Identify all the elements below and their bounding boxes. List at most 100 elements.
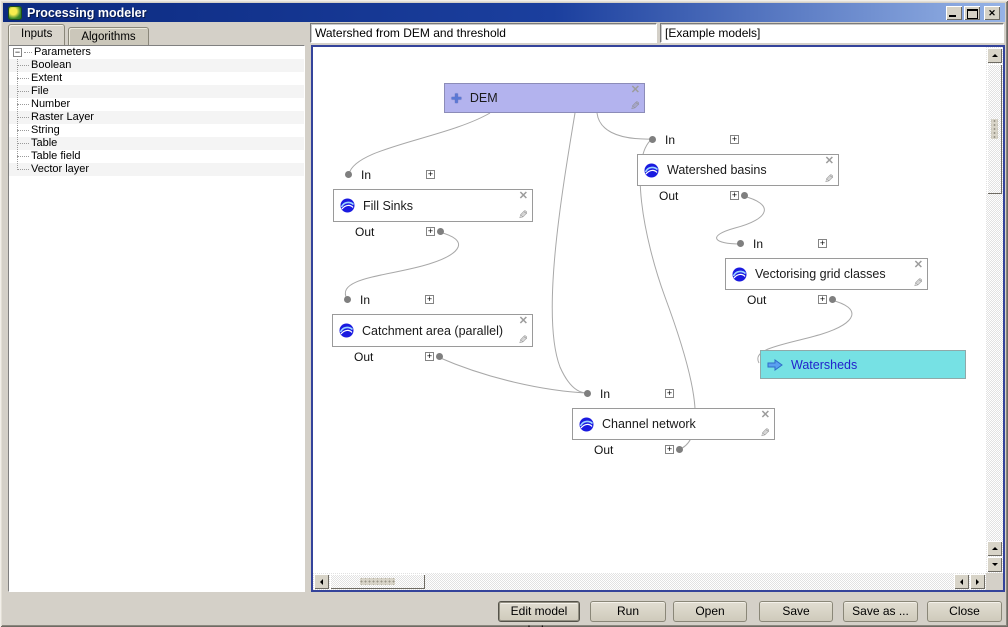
save-as-button[interactable]: Save as ... <box>843 601 918 622</box>
expand-out-icon[interactable]: + <box>425 352 434 361</box>
expand-in-icon[interactable]: + <box>730 135 739 144</box>
out-connector-dot[interactable] <box>437 228 444 235</box>
out-label: Out <box>355 225 374 239</box>
model-name-input[interactable]: Watershed from DEM and threshold <box>310 23 657 43</box>
tree-item-label: File <box>31 85 49 98</box>
tab-inputs[interactable]: Inputs <box>8 24 65 45</box>
horizontal-scrollbar[interactable] <box>313 573 986 590</box>
scroll-down-button[interactable] <box>987 557 1002 572</box>
saga-icon <box>340 198 355 213</box>
in-connector-dot[interactable] <box>584 390 591 397</box>
arrow-up-icon <box>992 544 998 550</box>
scrollbar-corner <box>986 573 1003 590</box>
minimize-button[interactable] <box>946 6 962 20</box>
in-port-channel-network: In+ <box>572 386 702 401</box>
vertical-scrollbar[interactable] <box>986 47 1003 573</box>
out-label: Out <box>354 350 373 364</box>
tree-item-label: Table <box>31 137 57 150</box>
arrow-left-icon <box>317 579 323 585</box>
arrow-icon <box>767 359 783 371</box>
edit-node-icon[interactable]: ✎ <box>518 334 528 346</box>
node-catchment-area[interactable]: Catchment area (parallel)✕✎ <box>332 314 533 347</box>
out-connector-dot[interactable] <box>741 192 748 199</box>
maximize-button[interactable] <box>964 6 980 20</box>
expand-in-icon[interactable]: + <box>425 295 434 304</box>
expand-out-icon[interactable]: + <box>818 295 827 304</box>
tree-item-vector-layer[interactable]: Vector layer <box>9 163 304 176</box>
model-connections <box>313 47 986 573</box>
in-connector-dot[interactable] <box>344 296 351 303</box>
arrow-down-icon <box>992 563 998 569</box>
edit-node-icon[interactable]: ✎ <box>824 173 834 185</box>
save-button[interactable]: Save <box>759 601 833 622</box>
out-connector-dot[interactable] <box>436 353 443 360</box>
arrow-up-icon <box>992 51 998 57</box>
vertical-scroll-thumb[interactable] <box>987 64 1002 194</box>
out-label: Out <box>594 443 613 457</box>
horizontal-scroll-thumb[interactable] <box>330 574 425 589</box>
tree-item-string[interactable]: String <box>9 124 304 137</box>
expand-in-icon[interactable]: + <box>665 389 674 398</box>
tree-item-raster-layer[interactable]: Raster Layer <box>9 111 304 124</box>
node-vectorising-grid-classes[interactable]: Vectorising grid classes ✕ ✎ <box>725 258 928 290</box>
scroll-left-button-2[interactable] <box>954 574 969 589</box>
tree-item-number[interactable]: Number <box>9 98 304 111</box>
open-button[interactable]: Open <box>673 601 747 622</box>
titlebar[interactable]: Processing modeler ✕ <box>3 3 1005 22</box>
delete-node-icon[interactable]: ✕ <box>519 191 528 202</box>
node-label: Vectorising grid classes <box>755 267 886 281</box>
tree-item-table[interactable]: Table <box>9 137 304 150</box>
expand-out-icon[interactable]: + <box>665 445 674 454</box>
tree-item-table-field[interactable]: Table field <box>9 150 304 163</box>
saga-icon <box>732 267 747 282</box>
scroll-up-button[interactable] <box>987 48 1002 63</box>
delete-node-icon[interactable]: ✕ <box>631 85 640 96</box>
expand-in-icon[interactable]: + <box>426 170 435 179</box>
edit-node-icon[interactable]: ✎ <box>760 427 770 439</box>
node-channel-network[interactable]: Channel network✕✎ <box>572 408 775 440</box>
out-connector-dot[interactable] <box>676 446 683 453</box>
expand-in-icon[interactable]: + <box>818 239 827 248</box>
run-button[interactable]: Run <box>590 601 666 622</box>
close-button[interactable]: Close <box>927 601 1002 622</box>
delete-node-icon[interactable]: ✕ <box>825 156 834 167</box>
node-fill-sinks[interactable]: Fill Sinks✕✎ <box>333 189 533 222</box>
collapse-icon[interactable]: − <box>13 48 22 57</box>
edit-node-icon[interactable]: ✎ <box>518 209 528 221</box>
arrow-right-icon <box>976 579 982 585</box>
close-button[interactable]: ✕ <box>984 6 1000 20</box>
delete-node-icon[interactable]: ✕ <box>914 260 923 271</box>
expand-out-icon[interactable]: + <box>730 191 739 200</box>
in-label: In <box>753 237 763 251</box>
node-dem[interactable]: ✚DEM✕✎ <box>444 83 645 113</box>
model-group-input[interactable]: [Example models] <box>660 23 1004 43</box>
edit-node-icon[interactable]: ✎ <box>630 100 640 112</box>
in-connector-dot[interactable] <box>649 136 656 143</box>
scroll-left-button[interactable] <box>314 574 329 589</box>
tree-root-parameters[interactable]: −Parameters <box>9 46 304 59</box>
out-connector-dot[interactable] <box>829 296 836 303</box>
delete-node-icon[interactable]: ✕ <box>519 316 528 327</box>
connection-fill-sinks-to-catchment-area <box>345 232 458 299</box>
in-connector-dot[interactable] <box>737 240 744 247</box>
tree-item-boolean[interactable]: Boolean <box>9 59 304 72</box>
panel-tabs: InputsAlgorithms <box>8 24 152 45</box>
node-label: Watersheds <box>791 358 857 372</box>
scroll-up-button-2[interactable] <box>987 541 1002 556</box>
tree-item-file[interactable]: File <box>9 85 304 98</box>
edit-model-help-button[interactable]: Edit model help <box>498 601 580 622</box>
expand-out-icon[interactable]: + <box>426 227 435 236</box>
node-watershed-basins[interactable]: Watershed basins✕✎ <box>637 154 839 186</box>
edit-node-icon[interactable]: ✎ <box>913 277 923 289</box>
model-canvas[interactable]: ✚DEM✕✎In+Fill Sinks✕✎Out+In+Watershed ba… <box>311 45 1005 592</box>
out-label: Out <box>659 189 678 203</box>
scroll-right-button[interactable] <box>970 574 985 589</box>
tree-item-extent[interactable]: Extent <box>9 72 304 85</box>
tree-item-label: Boolean <box>31 59 71 72</box>
node-watersheds[interactable]: Watersheds <box>760 350 966 379</box>
delete-node-icon[interactable]: ✕ <box>761 410 770 421</box>
in-connector-dot[interactable] <box>345 171 352 178</box>
in-label: In <box>361 168 371 182</box>
tab-algorithms[interactable]: Algorithms <box>68 27 148 45</box>
in-port-catchment-area: In+ <box>332 292 462 307</box>
